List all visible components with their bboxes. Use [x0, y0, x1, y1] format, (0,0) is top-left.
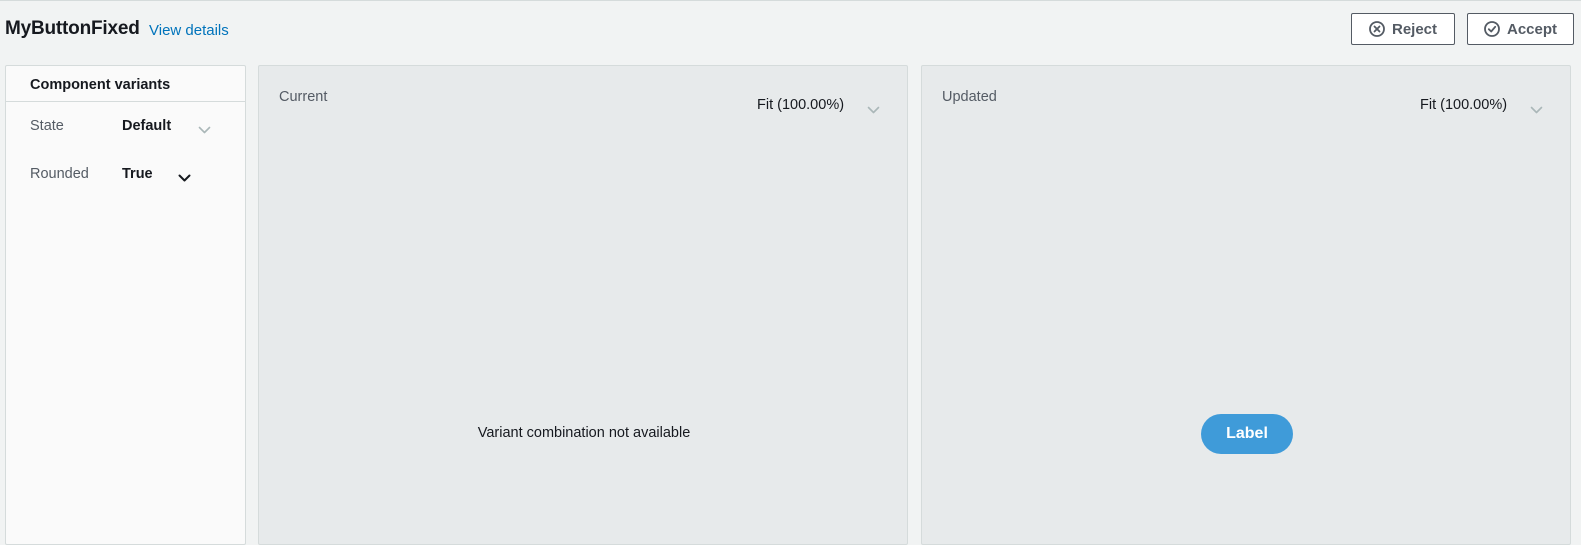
current-preview-panel: Current Fit (100.00%) Variant combinatio… — [258, 65, 908, 545]
variant-unavailable-message: Variant combination not available — [477, 425, 691, 441]
circle-check-icon — [1484, 21, 1500, 37]
chevron-down-icon — [867, 102, 880, 120]
variant-row-state: State Default — [30, 116, 230, 138]
accept-button[interactable]: Accept — [1467, 13, 1574, 45]
updated-zoom-select[interactable]: Fit (100.00%) — [1420, 95, 1550, 117]
chevron-down-icon — [178, 170, 191, 188]
updated-zoom-value: Fit (100.00%) — [1420, 97, 1508, 113]
reject-button[interactable]: Reject — [1351, 13, 1455, 45]
updated-panel-label: Updated — [942, 89, 997, 105]
component-title: MyButtonFixed — [5, 18, 140, 39]
current-panel-label: Current — [279, 89, 328, 105]
state-value: Default — [122, 118, 172, 134]
view-details-link[interactable]: View details — [149, 22, 229, 39]
accept-button-label: Accept — [1506, 20, 1558, 38]
reject-button-label: Reject — [1391, 20, 1438, 38]
current-zoom-select[interactable]: Fit (100.00%) — [757, 95, 887, 117]
variant-row-rounded: Rounded True — [30, 164, 230, 186]
rounded-value: True — [122, 166, 153, 182]
state-select[interactable]: Default — [122, 116, 217, 138]
header: MyButtonFixed View details Reject Accept — [0, 0, 1581, 58]
variant-label-rounded: Rounded — [30, 166, 89, 182]
preview-label-button[interactable]: Label — [1201, 414, 1293, 454]
variant-label-state: State — [30, 118, 64, 134]
sidebar-heading: Component variants — [6, 66, 245, 102]
chevron-down-icon — [1530, 102, 1543, 120]
updated-preview-panel: Updated Fit (100.00%) Label — [921, 65, 1571, 545]
chevron-down-icon — [198, 122, 211, 140]
current-zoom-value: Fit (100.00%) — [757, 97, 845, 113]
component-variants-sidebar: Component variants State Default Rounded… — [5, 65, 246, 545]
circle-x-icon — [1369, 21, 1385, 37]
rounded-select[interactable]: True — [122, 164, 217, 186]
